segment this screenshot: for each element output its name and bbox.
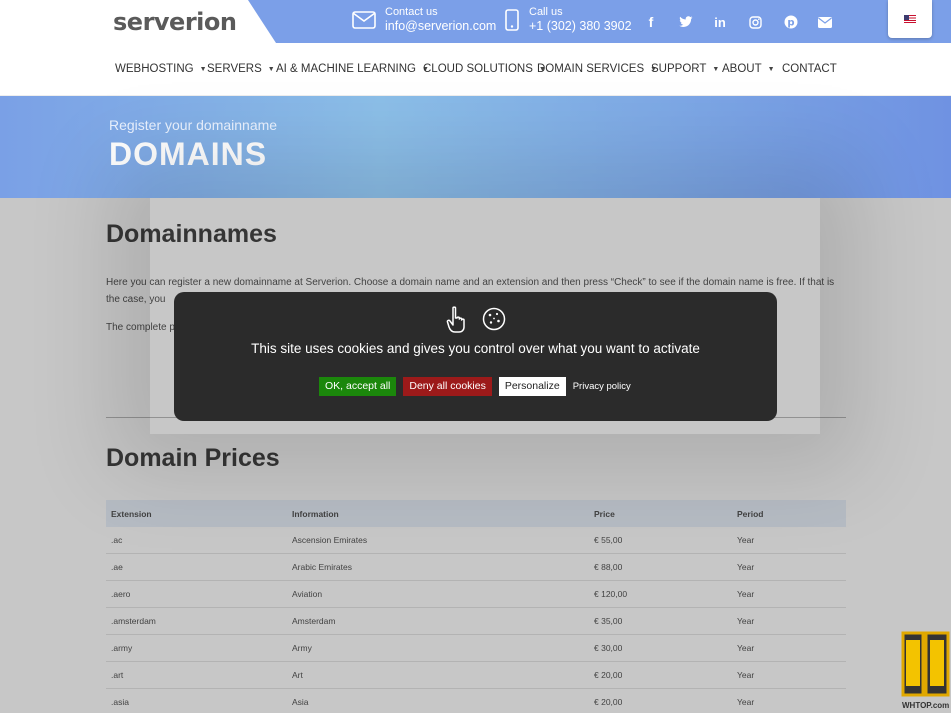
svg-text:p: p (787, 18, 794, 29)
linkedin-icon[interactable]: in (710, 12, 730, 32)
call-number[interactable]: +1 (302) 380 3902 (529, 19, 632, 34)
cookie-icon (481, 306, 507, 339)
twitter-icon[interactable] (676, 12, 696, 32)
call-block[interactable]: Call us +1 (302) 380 3902 (503, 6, 632, 34)
nav-item-support[interactable]: SUPPORT ▼ (651, 63, 719, 75)
main-nav: WEBHOSTING ▼ SERVERS ▼ AI & MACHINE LEARNI… (0, 43, 951, 96)
facebook-icon[interactable]: f (641, 12, 661, 32)
mail-icon[interactable] (815, 12, 835, 32)
personalize-button[interactable]: Personalize (498, 377, 566, 396)
privacy-policy-link[interactable]: Privacy policy (573, 381, 631, 392)
chevron-down-icon: ▼ (767, 66, 775, 73)
site-logo[interactable]: serverion (113, 8, 237, 36)
contact-email-block[interactable]: Contact us info@serverion.com (351, 6, 496, 34)
instagram-icon[interactable] (745, 12, 765, 32)
contact-email[interactable]: info@serverion.com (385, 19, 496, 34)
contact-label: Contact us (385, 6, 438, 18)
nav-item-contact[interactable]: CONTACT (782, 63, 837, 75)
phone-icon (503, 7, 521, 33)
us-flag-icon (904, 15, 916, 23)
cookie-consent-dialog: This site uses cookies and gives you con… (174, 292, 777, 421)
accept-all-button[interactable]: OK, accept all (319, 377, 397, 396)
chevron-down-icon: ▼ (712, 66, 720, 73)
call-label: Call us (529, 6, 563, 18)
envelope-icon (351, 7, 377, 33)
cookie-message: This site uses cookies and gives you con… (251, 341, 700, 356)
nav-item-about[interactable]: ABOUT ▼ (722, 63, 775, 75)
nav-item-servers[interactable]: SERVERS ▼ (207, 63, 275, 75)
watermark-text: WHTOP.com (902, 701, 950, 710)
chevron-down-icon: ▼ (199, 66, 207, 73)
hero-subtitle: Register your domainname (109, 117, 278, 133)
top-bar: serverion Contact us info@serverion.com … (0, 0, 951, 43)
nav-item-webhosting[interactable]: WEBHOSTING ▼ (115, 63, 207, 75)
hand-pointer-icon (445, 306, 467, 339)
nav-item-cloud-solutions[interactable]: CLOUD SOLUTIONS ▼ (423, 63, 546, 75)
page-title: DOMAINS (109, 136, 268, 172)
deny-all-button[interactable]: Deny all cookies (403, 377, 492, 396)
language-selector[interactable] (888, 0, 932, 38)
page-hero: Register your domainname DOMAINS (0, 96, 951, 198)
nav-item-domain-services[interactable]: DOMAIN SERVICES ▼ (537, 63, 657, 75)
nav-item-ai-machine-learning[interactable]: AI & MACHINE LEARNING ▼ (276, 63, 429, 75)
pinterest-icon[interactable]: p (781, 12, 801, 32)
chevron-down-icon: ▼ (267, 66, 275, 73)
